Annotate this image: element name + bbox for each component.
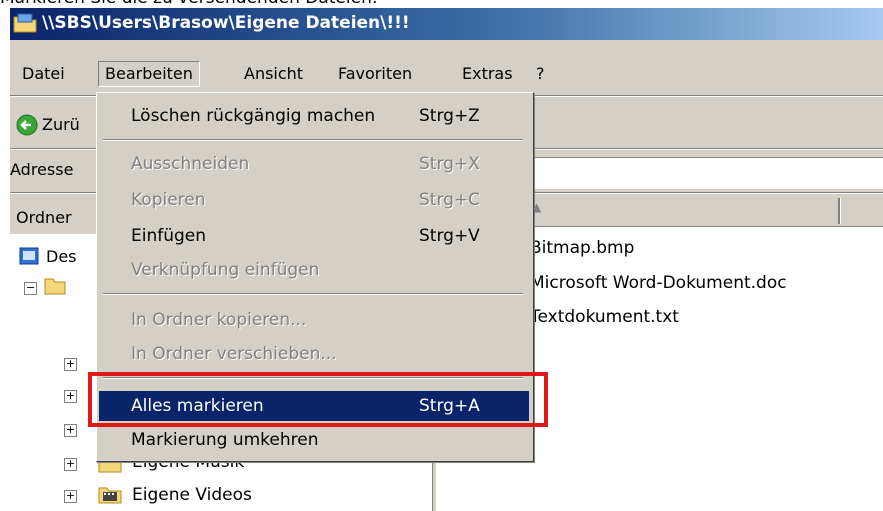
- highlight-frame: [88, 372, 548, 427]
- folder-icon: [13, 13, 37, 33]
- menu-ansicht[interactable]: Ansicht: [238, 62, 309, 86]
- menu-bar: Datei Bearbeiten Ansicht Favoriten Extra…: [10, 54, 883, 92]
- address-input[interactable]: [530, 157, 883, 189]
- tree-expand-toggle[interactable]: +: [64, 458, 77, 471]
- tree-expand-toggle[interactable]: +: [64, 490, 77, 503]
- menu-item-invert-selection[interactable]: Markierung umkehren: [99, 425, 529, 455]
- folder-pane-title: Ordner: [16, 208, 72, 227]
- back-button-label: Zurü: [42, 115, 80, 134]
- file-item[interactable]: Bitmap.bmp: [530, 238, 634, 258]
- column-separator[interactable]: [838, 198, 841, 224]
- menu-favoriten[interactable]: Favoriten: [332, 62, 418, 86]
- menu-separator: [103, 139, 523, 141]
- menu-separator: [103, 293, 523, 295]
- menu-bearbeiten[interactable]: Bearbeiten: [98, 61, 200, 87]
- menu-extras[interactable]: Extras: [456, 62, 519, 86]
- menu-item-paste[interactable]: Einfügen Strg+V: [99, 221, 529, 251]
- title-bar[interactable]: \\SBS\Users\Brasow\Eigene Dateien\!!!: [10, 8, 883, 40]
- address-label: Adresse: [10, 160, 74, 179]
- instruction-caption: Markieren Sie die zu versendenden Dateie…: [0, 0, 378, 8]
- menu-item-move-to-folder[interactable]: In Ordner verschieben...: [99, 339, 529, 369]
- tree-collapse-toggle[interactable]: −: [24, 282, 37, 295]
- menu-item-paste-shortcut[interactable]: Verknüpfung einfügen: [99, 255, 529, 285]
- menu-datei[interactable]: Datei: [16, 62, 71, 86]
- menu-item-copy-to-folder[interactable]: In Ordner kopieren...: [99, 305, 529, 335]
- back-arrow-icon: [16, 114, 38, 136]
- tree-expand-toggle[interactable]: +: [64, 424, 77, 437]
- menu-item-copy[interactable]: Kopieren Strg+C: [99, 185, 529, 215]
- menu-help[interactable]: ?: [530, 62, 551, 86]
- menu-item-cut[interactable]: Ausschneiden Strg+X: [99, 149, 529, 179]
- tree-item-videos[interactable]: Eigene Videos: [132, 485, 252, 505]
- file-item[interactable]: Textdokument.txt: [530, 307, 679, 327]
- tree-expand-toggle[interactable]: +: [64, 358, 77, 371]
- desktop-icon: [19, 247, 39, 265]
- folder-icon: [44, 278, 66, 295]
- video-folder-icon: [98, 487, 122, 504]
- tree-expand-toggle[interactable]: +: [64, 390, 77, 403]
- file-item[interactable]: Microsoft Word-Dokument.doc: [530, 273, 787, 293]
- menu-item-undo[interactable]: Löschen rückgängig machen Strg+Z: [99, 101, 529, 131]
- window-title: \\SBS\Users\Brasow\Eigene Dateien\!!!: [42, 13, 410, 33]
- tree-item-desktop[interactable]: Des: [46, 247, 77, 266]
